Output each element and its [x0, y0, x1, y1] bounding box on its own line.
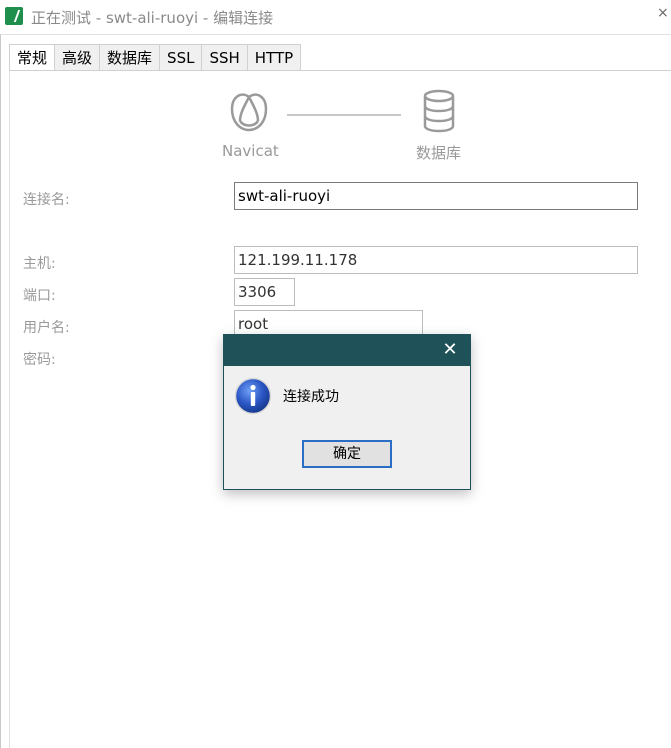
dialog-titlebar: ✕ — [224, 335, 470, 366]
info-icon — [234, 377, 272, 415]
host-label: 主机: — [23, 256, 56, 272]
tab-ssh[interactable]: SSH — [201, 44, 248, 70]
tab-ssl[interactable]: SSL — [159, 44, 203, 70]
port-input[interactable]: 3306 — [234, 278, 295, 306]
tab-advanced[interactable]: 高级 — [54, 44, 101, 70]
port-label: 端口: — [23, 288, 56, 304]
database-icon — [423, 89, 455, 133]
connection-name-input[interactable]: swt-ali-ruoyi — [234, 182, 638, 210]
connection-line — [287, 114, 401, 116]
connection-name-label: 连接名: — [23, 192, 70, 208]
username-label: 用户名: — [23, 320, 70, 336]
dialog-close-icon[interactable]: ✕ — [441, 340, 459, 360]
panel-left-border — [9, 70, 10, 748]
connection-success-dialog: ✕ 连接成功 确定 — [223, 334, 471, 490]
password-label: 密码: — [23, 352, 56, 368]
tab-general[interactable]: 常规 — [9, 44, 56, 71]
navicat-label: Navicat — [222, 142, 279, 160]
dialog-message: 连接成功 — [283, 389, 339, 405]
tab-divider — [9, 70, 671, 71]
window-close-icon[interactable]: × — [657, 6, 669, 20]
navicat-logo-icon — [230, 93, 268, 132]
host-input[interactable]: 121.199.11.178 — [234, 246, 638, 274]
window-title: 正在测试 - swt-ali-ruoyi - 编辑连接 — [31, 9, 274, 27]
tab-database[interactable]: 数据库 — [99, 44, 161, 70]
tab-bar: 常规 高级 数据库 SSL SSH HTTP — [9, 44, 302, 71]
tab-http[interactable]: HTTP — [246, 44, 302, 70]
ok-button[interactable]: 确定 — [302, 440, 392, 468]
navicat-app-icon — [5, 7, 23, 25]
database-label: 数据库 — [416, 144, 462, 162]
window-titlebar: 正在测试 - swt-ali-ruoyi - 编辑连接 × — [0, 0, 671, 35]
connection-diagram: Navicat 数据库 — [0, 85, 671, 165]
